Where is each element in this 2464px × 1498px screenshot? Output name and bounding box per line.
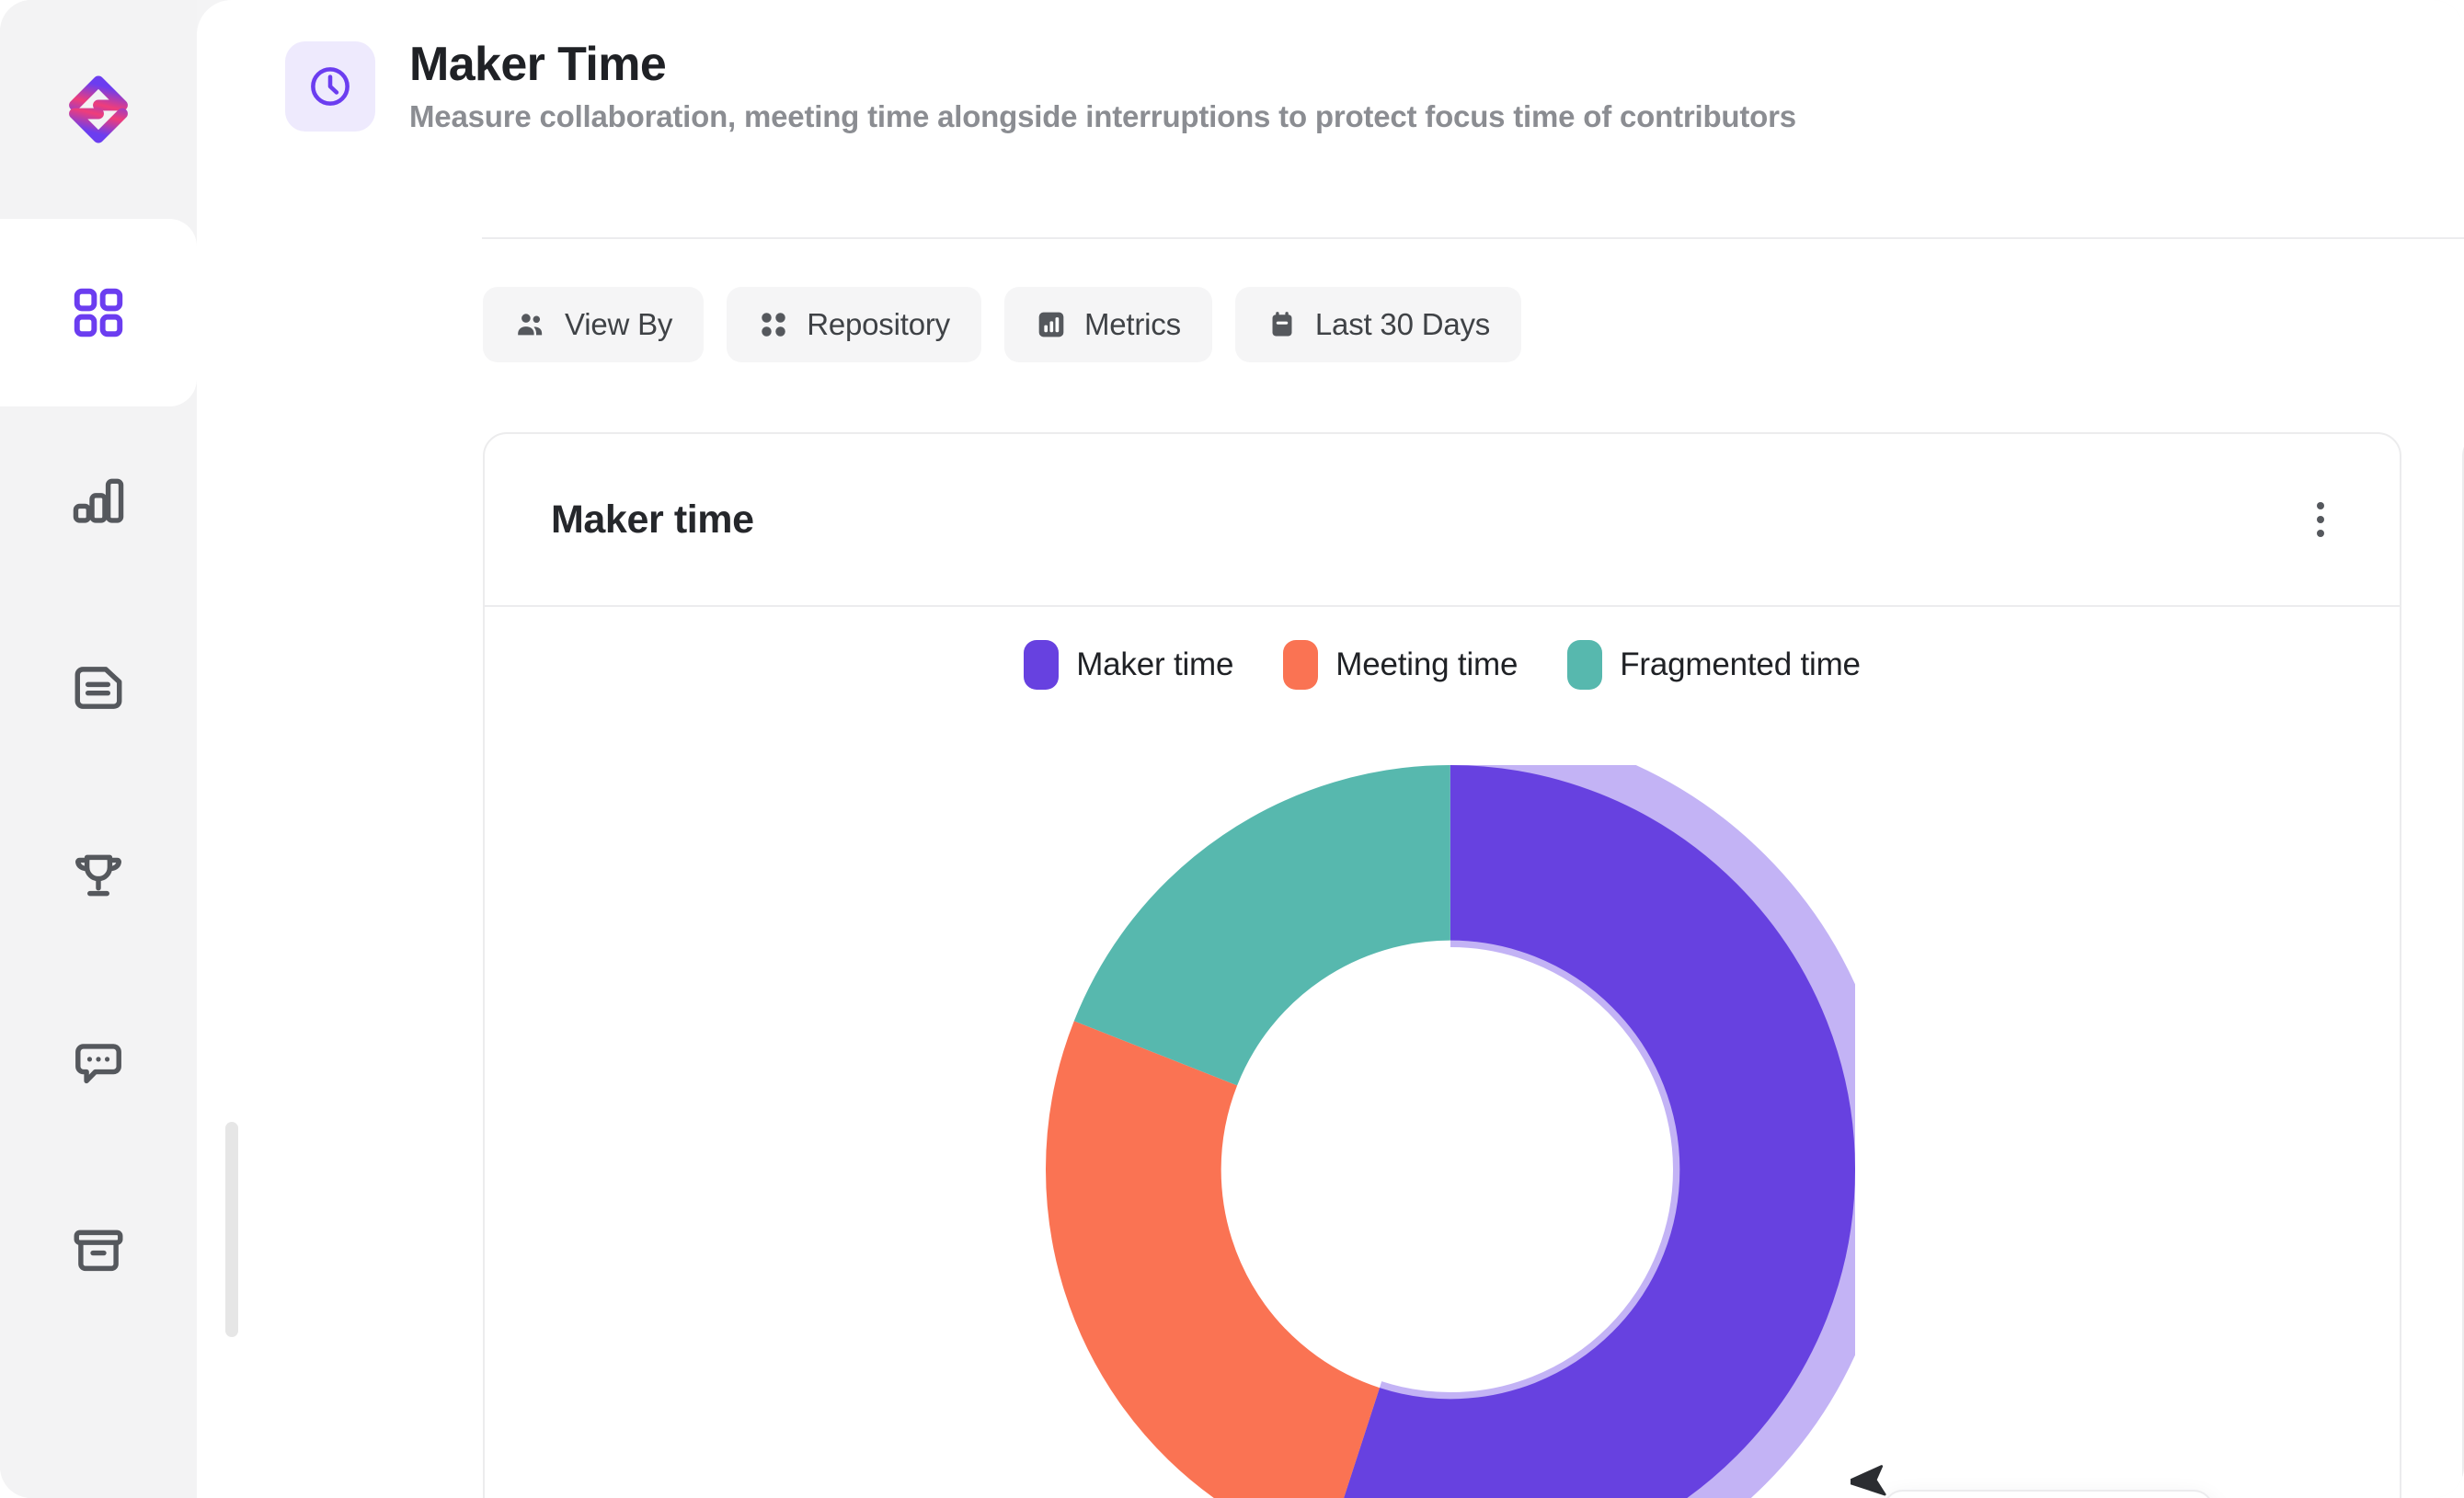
app-window: Maker Time Measure collaboration, meetin…	[0, 0, 2464, 1498]
filter-date-range-label: Last 30 Days	[1314, 307, 1491, 341]
page-subtitle: Measure collaboration, meeting time alon…	[409, 99, 1796, 134]
people-icon	[518, 314, 543, 336]
legend-swatch-meeting-time	[1283, 640, 1319, 690]
filter-repository-button[interactable]: Repository	[727, 287, 981, 362]
sidebar	[0, 0, 197, 1498]
calendar-icon	[1272, 312, 1292, 337]
card-maker-time-title: Maker time	[551, 497, 754, 542]
legend-item-meeting-time[interactable]: Meeting time	[1283, 640, 1518, 690]
sidebar-item-feedback[interactable]	[0, 969, 197, 1157]
filter-metrics-label: Metrics	[1083, 307, 1181, 341]
bar-chart-square-icon	[1038, 312, 1064, 337]
clock-icon	[311, 67, 350, 107]
main-content: Maker Time Measure collaboration, meetin…	[197, 0, 2464, 1498]
trophy-icon	[75, 854, 121, 897]
donut-chart-svg	[1046, 765, 1855, 1498]
sidebar-item-archive[interactable]	[0, 1157, 197, 1344]
archive-box-icon	[74, 1229, 123, 1272]
legend-item-maker-time[interactable]: Maker time	[1024, 640, 1233, 690]
page-title: Maker Time	[409, 38, 667, 91]
chart-legend: Maker time Meeting time Fragmented time	[485, 640, 2400, 690]
legend-item-fragmented-time[interactable]: Fragmented time	[1567, 640, 1861, 690]
legend-label-meeting-time: Meeting time	[1335, 646, 1519, 682]
card-maker-time: Maker time Maker time Meeting time Fragm…	[483, 432, 2401, 1498]
sidebar-item-reports[interactable]	[0, 594, 197, 782]
document-icon	[74, 667, 122, 709]
header-divider	[482, 237, 2464, 239]
filter-toolbar: View By Repository Metrics Last 30 Days	[483, 287, 1522, 362]
sidebar-item-dashboard[interactable]	[0, 191, 197, 434]
filter-metrics-button[interactable]: Metrics	[1003, 287, 1212, 362]
filter-repository-label: Repository	[807, 307, 950, 341]
sidebar-nav	[0, 191, 197, 1344]
mouse-cursor-icon	[1851, 1465, 1886, 1496]
page-header-icon-tile	[285, 41, 375, 132]
legend-swatch-maker-time	[1024, 640, 1060, 690]
main-scrollbar-thumb[interactable]	[225, 1122, 238, 1337]
donut-chart	[1046, 765, 1855, 1498]
legend-label-maker-time: Maker time	[1076, 646, 1234, 682]
sidebar-item-goals[interactable]	[0, 782, 197, 969]
bar-chart-icon	[73, 478, 124, 523]
filter-view-by-label: View By	[565, 307, 673, 341]
page-header-text: Maker Time Measure collaboration, meetin…	[409, 39, 1796, 135]
filter-view-by-button[interactable]: View By	[483, 287, 705, 362]
kebab-menu-icon[interactable]	[2308, 493, 2333, 546]
chart-tooltip: Maker time 1.2 hours/day 55% LOW	[1883, 1490, 2214, 1498]
dashboard-grid-icon	[74, 288, 123, 337]
card-maker-time-header: Maker time	[485, 434, 2400, 607]
app-logo[interactable]	[0, 0, 197, 219]
chat-bubble-icon	[75, 1044, 121, 1084]
legend-swatch-fragmented-time	[1567, 640, 1603, 690]
filter-date-range-button[interactable]: Last 30 Days	[1234, 287, 1522, 362]
grid-dots-icon	[762, 313, 785, 337]
app-logo-icon	[69, 75, 128, 143]
legend-label-fragmented-time: Fragmented time	[1620, 646, 1861, 682]
page-header: Maker Time Measure collaboration, meetin…	[285, 39, 2401, 135]
sidebar-item-analytics[interactable]	[0, 406, 197, 594]
